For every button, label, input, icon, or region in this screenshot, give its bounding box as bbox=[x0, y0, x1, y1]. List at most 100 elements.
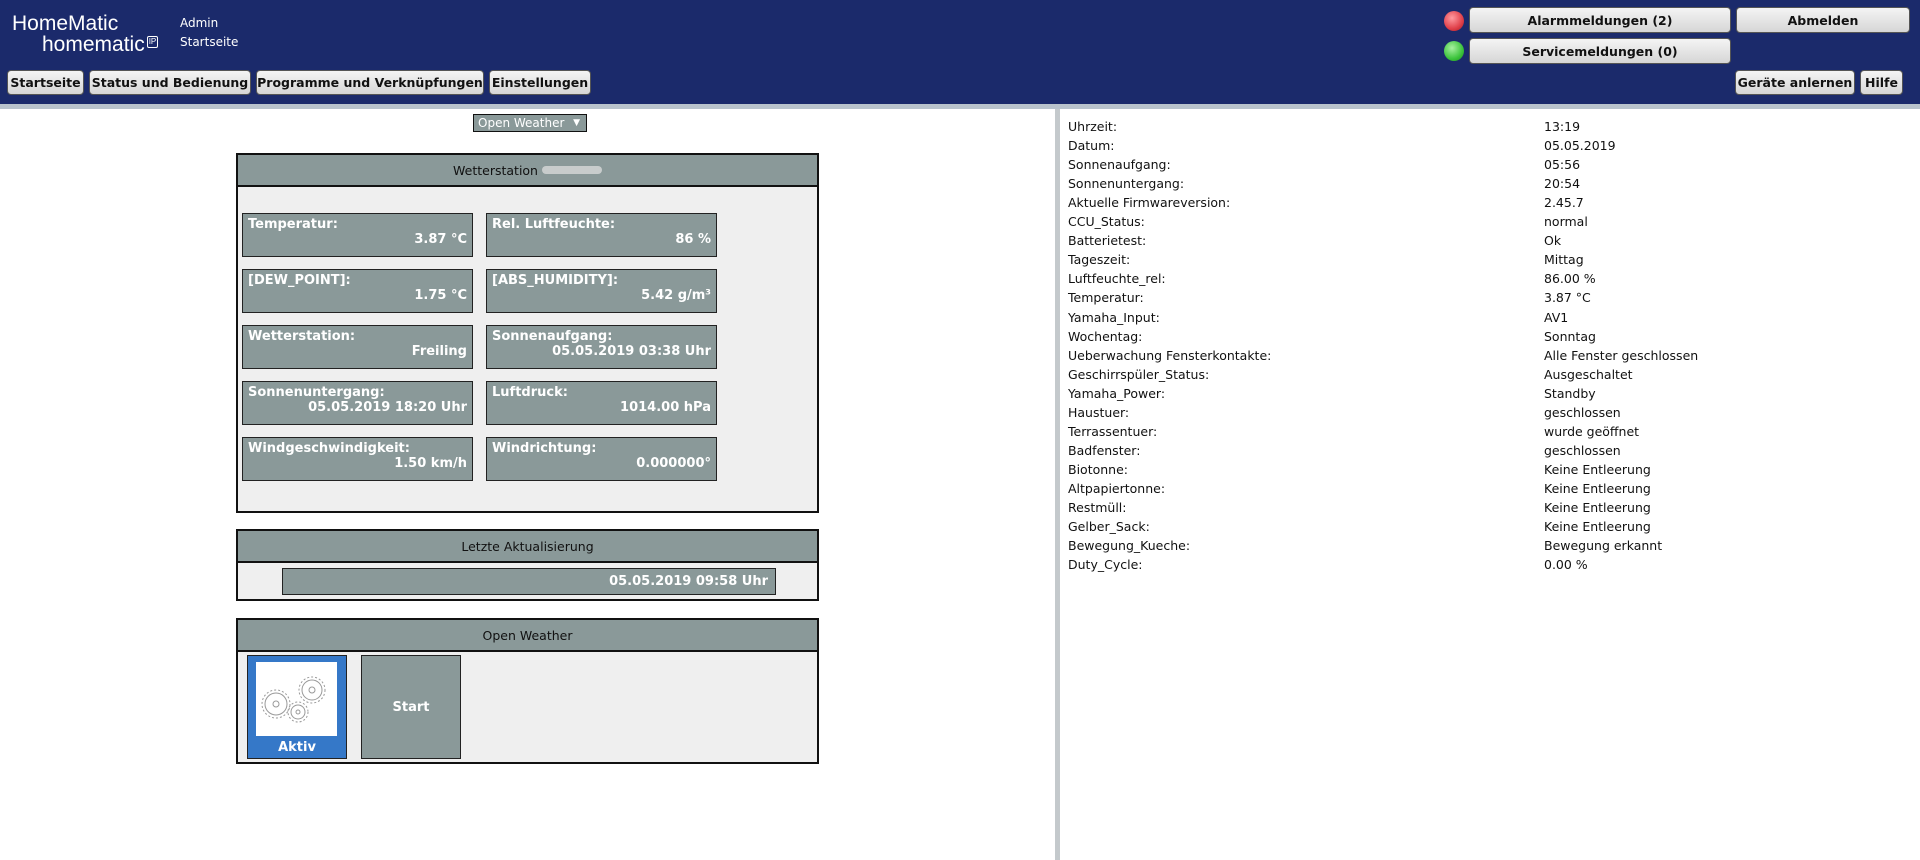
teach-devices-button[interactable]: Geräte anlernen bbox=[1735, 70, 1855, 95]
sysvar-value: Sonntag bbox=[1544, 328, 1596, 344]
weather-value-cell: Sonnenuntergang: 05.05.2019 18:20 Uhr bbox=[242, 381, 473, 425]
sysvar-value: 3.87 °C bbox=[1544, 290, 1591, 306]
service-led-icon bbox=[1444, 41, 1464, 61]
sysvar-label: Bewegung_Kueche: bbox=[1068, 538, 1191, 554]
cell-label: Rel. Luftfeuchte: bbox=[492, 217, 616, 232]
sysvar-value: 2.45.7 bbox=[1544, 195, 1584, 211]
sysvar-value: 20:54 bbox=[1544, 176, 1581, 192]
weather-station-panel: Wetterstation Temperatur: 3.87 °C Rel. Luf… bbox=[236, 153, 819, 513]
sysvar-value: Keine Entleerung bbox=[1544, 500, 1651, 515]
cell-value: 1.50 km/h bbox=[394, 456, 467, 471]
cell-label: Wetterstation: bbox=[248, 329, 356, 344]
sysvar-value: AV1 bbox=[1544, 309, 1569, 325]
sysvar-label: Terrassentuer: bbox=[1068, 423, 1158, 439]
weather-value-cell: Wetterstation: Freiling bbox=[242, 325, 473, 369]
sysvar-value: Ok bbox=[1544, 233, 1562, 249]
sysvar-label: Altpapiertonne: bbox=[1068, 480, 1166, 496]
header-bar: HomeMatic homematic IP Admin Startseite S… bbox=[0, 0, 1920, 104]
sysvar-value: Bewegung erkannt bbox=[1544, 538, 1663, 554]
sysvar-label: Gelber_Sack: bbox=[1068, 519, 1150, 535]
current-page: Startseite bbox=[180, 35, 239, 49]
cell-label: Sonnenuntergang: bbox=[248, 385, 385, 400]
cell-label: [ABS_HUMIDITY]: bbox=[492, 273, 619, 288]
active-label: Aktiv bbox=[278, 740, 316, 755]
nav-einstellungen[interactable]: Einstellungen bbox=[489, 70, 591, 95]
sysvar-label: Datum: bbox=[1068, 138, 1115, 154]
active-toggle[interactable]: Aktiv bbox=[247, 655, 347, 759]
sysvar-value: 86.00 % bbox=[1544, 271, 1596, 287]
sysvar-label: Tageszeit: bbox=[1068, 252, 1131, 268]
nav-programme[interactable]: Programme und Verknüpfungen bbox=[256, 70, 484, 95]
cell-label: Windgeschwindigkeit: bbox=[248, 441, 410, 456]
gears-icon bbox=[256, 662, 337, 736]
sysvar-label: Geschirrspüler_Status: bbox=[1068, 366, 1210, 382]
sysvar-label: Batterietest: bbox=[1068, 233, 1147, 249]
cell-value: 05.05.2019 03:38 Uhr bbox=[552, 344, 711, 359]
sysvar-label: Temperatur: bbox=[1068, 290, 1144, 306]
sysvar-value: 0.00 % bbox=[1544, 557, 1588, 573]
redacted-name bbox=[541, 166, 602, 174]
sysvar-value: geschlossen bbox=[1544, 442, 1621, 458]
sysvar-value: Standby bbox=[1544, 385, 1596, 401]
weather-value-cell: Luftdruck: 1014.00 hPa bbox=[486, 381, 717, 425]
cell-label: Temperatur: bbox=[248, 217, 338, 232]
program-panel: Open Weather Aktiv Start bbox=[236, 618, 819, 764]
cell-value: 1014.00 hPa bbox=[620, 400, 711, 415]
alarm-messages-button[interactable]: Alarmmeldungen (2) bbox=[1469, 7, 1731, 33]
sysvar-value: wurde geöffnet bbox=[1544, 423, 1640, 439]
weather-value-cell: Windgeschwindigkeit: 1.50 km/h bbox=[242, 437, 473, 481]
sysvar-label: Yamaha_Input: bbox=[1068, 309, 1160, 325]
user-name: Admin bbox=[180, 16, 219, 30]
panel-splitter[interactable] bbox=[1055, 109, 1060, 860]
start-button[interactable]: Start bbox=[361, 655, 461, 759]
sysvar-label: Yamaha_Power: bbox=[1068, 385, 1166, 401]
cell-value: 3.87 °C bbox=[414, 232, 467, 247]
sysvar-label: Restmüll: bbox=[1068, 500, 1127, 515]
sysvar-label: Sonnenuntergang: bbox=[1068, 176, 1185, 192]
last-update-title: Letzte Aktualisierung bbox=[238, 531, 817, 563]
sysvar-value: normal bbox=[1544, 214, 1588, 230]
cell-value: 86 % bbox=[675, 232, 711, 247]
weather-value-cell: Sonnenaufgang: 05.05.2019 03:38 Uhr bbox=[486, 325, 717, 369]
sysvar-value: 05:56 bbox=[1544, 157, 1581, 173]
nav-status-und-bedienung[interactable]: Status und Bedienung bbox=[89, 70, 251, 95]
sysvar-label: Haustuer: bbox=[1068, 404, 1130, 420]
help-button[interactable]: Hilfe bbox=[1860, 70, 1903, 95]
program-title: Open Weather bbox=[238, 620, 817, 652]
sysvar-value: Keine Entleerung bbox=[1544, 519, 1651, 535]
nav-startseite[interactable]: Startseite bbox=[7, 70, 84, 95]
logout-button[interactable]: Abmelden bbox=[1736, 7, 1910, 33]
weather-value-cell: Rel. Luftfeuchte: 86 % bbox=[486, 213, 717, 257]
weather-value-cell: Windrichtung: 0.000000° bbox=[486, 437, 717, 481]
weather-value-cell: Temperatur: 3.87 °C bbox=[242, 213, 473, 257]
sysvar-label: Badfenster: bbox=[1068, 442, 1141, 458]
sysvar-label: Ueberwachung Fensterkontakte: bbox=[1068, 347, 1272, 363]
sysvar-value: Mittag bbox=[1544, 252, 1584, 268]
sysvar-value: 05.05.2019 bbox=[1544, 138, 1616, 154]
sysvar-label: Uhrzeit: bbox=[1068, 119, 1118, 134]
addon-select[interactable]: Open Weather ▼ bbox=[473, 114, 587, 132]
sysvar-value: Keine Entleerung bbox=[1544, 461, 1651, 477]
service-messages-button[interactable]: Servicemeldungen (0) bbox=[1469, 38, 1731, 64]
sysvar-label: Biotonne: bbox=[1068, 461, 1128, 477]
sysvar-label: Luftfeuchte_rel: bbox=[1068, 271, 1166, 287]
sysvar-value: Keine Entleerung bbox=[1544, 480, 1651, 496]
weather-station-title: Wetterstation bbox=[238, 155, 817, 187]
weather-value-cell: [DEW_POINT]: 1.75 °C bbox=[242, 269, 473, 313]
last-update-value: 05.05.2019 09:58 Uhr bbox=[282, 568, 776, 595]
cell-value: 1.75 °C bbox=[414, 288, 467, 303]
sysvar-label: Sonnenaufgang: bbox=[1068, 157, 1171, 173]
cell-label: Windrichtung: bbox=[492, 441, 597, 456]
last-update-panel: Letzte Aktualisierung 05.05.2019 09:58 U… bbox=[236, 529, 819, 601]
sysvar-value: Alle Fenster geschlossen bbox=[1544, 347, 1699, 363]
sysvar-label: Wochentag: bbox=[1068, 328, 1143, 344]
cell-value: 05.05.2019 18:20 Uhr bbox=[308, 400, 467, 415]
dropdown-arrow-icon: ▼ bbox=[573, 118, 580, 128]
alarm-led-icon bbox=[1444, 11, 1464, 31]
cell-value: 0.000000° bbox=[636, 456, 711, 471]
sysvar-value: Ausgeschaltet bbox=[1544, 366, 1633, 382]
sysvar-value: 13:19 bbox=[1544, 119, 1581, 134]
sysvar-label: Aktuelle Firmwareversion: bbox=[1068, 195, 1231, 211]
sysvar-label: CCU_Status: bbox=[1068, 214, 1145, 230]
logo-homematic-ip: homematic IP bbox=[42, 33, 159, 56]
